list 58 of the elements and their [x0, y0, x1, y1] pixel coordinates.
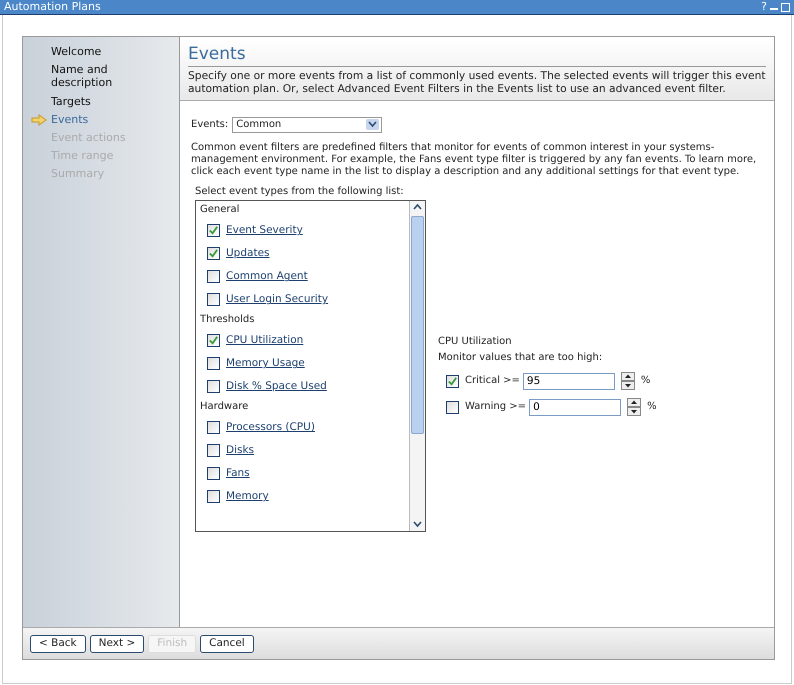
detail-title: CPU Utilization — [438, 336, 513, 348]
unit-label: % — [640, 375, 650, 388]
event-type-link[interactable]: Disk % Space Used — [222, 380, 327, 394]
event-type-link[interactable]: Memory Usage — [222, 357, 305, 370]
group-heading: General — [200, 204, 240, 216]
arrow-icon — [31, 112, 47, 126]
events-label: Events: — [191, 119, 228, 132]
checkbox[interactable] — [207, 380, 220, 394]
wizard-step[interactable]: Targets — [51, 94, 91, 108]
intro-text: Common event filters are predefined filters that monitor for events of common interest in your systems-management environment. For example, the Fans event type filter is triggered by any fan events. To learn more, click each event type name in the list to display a description and any additional settings for that event type. — [191, 142, 758, 178]
threshold-label: Warning >= — [465, 401, 526, 414]
checkbox[interactable] — [446, 400, 459, 414]
list-label: Select event types from the following list: — [195, 186, 405, 198]
wizard-button[interactable]: Next > — [90, 634, 144, 652]
scrollbar[interactable] — [409, 201, 425, 532]
threshold-input[interactable]: 0 — [529, 398, 622, 416]
group-heading: Thresholds — [200, 314, 256, 326]
checkbox[interactable] — [446, 374, 459, 388]
page-title: Events — [188, 44, 766, 68]
checkbox[interactable] — [207, 224, 220, 238]
wizard-step[interactable]: Welcome — [51, 45, 102, 58]
event-type-link[interactable]: User Login Security — [222, 293, 328, 306]
unit-label: % — [647, 401, 657, 414]
events-dropdown[interactable]: Common — [232, 117, 382, 134]
event-type-link[interactable]: CPU Utilization — [222, 334, 304, 348]
checkbox[interactable] — [207, 293, 220, 306]
wizard-button[interactable]: < Back — [30, 634, 86, 652]
detail-subtitle: Monitor values that are too high: — [438, 352, 604, 364]
event-type-link[interactable]: Common Agent — [222, 270, 308, 284]
page-description: Specify one or more events from a list of commonly used events. The selected events will trigger this event automation plan. Or, select Advanced Event Filters in the Events list to use an advanced event filter. — [188, 68, 766, 98]
event-type-link[interactable]: Memory — [222, 490, 269, 504]
checkbox[interactable] — [207, 357, 220, 370]
chevron-down-icon — [366, 118, 380, 132]
spinner-icon[interactable] — [620, 372, 635, 390]
wizard-step[interactable]: Events — [51, 112, 88, 126]
checkbox[interactable] — [207, 490, 220, 504]
group-heading: Hardware — [200, 401, 250, 414]
wizard-step[interactable]: Name and description — [51, 63, 121, 90]
window-title: Automation Plans — [4, 0, 101, 14]
event-type-link[interactable]: Disks — [222, 444, 254, 458]
spinner-icon[interactable] — [627, 398, 642, 416]
checkbox[interactable] — [207, 247, 220, 260]
threshold-label: Critical >= — [465, 375, 520, 388]
threshold-input[interactable]: 95 — [522, 372, 615, 390]
checkbox[interactable] — [207, 467, 220, 480]
event-type-link[interactable]: Event Severity — [222, 224, 303, 238]
checkbox[interactable] — [207, 444, 220, 458]
help-button[interactable]: ? — [761, 0, 767, 14]
finish-button: Finish — [148, 634, 196, 652]
event-type-link[interactable]: Fans — [222, 467, 250, 480]
checkbox[interactable] — [207, 334, 220, 348]
event-type-link[interactable]: Updates — [222, 247, 270, 260]
wizard-step: Summary — [51, 167, 104, 180]
maximize-icon[interactable] — [781, 0, 790, 14]
wizard-button[interactable]: Cancel — [200, 634, 254, 652]
event-type-link[interactable]: Processors (CPU) — [222, 421, 315, 434]
checkbox[interactable] — [207, 421, 220, 434]
checkbox[interactable] — [207, 270, 220, 284]
